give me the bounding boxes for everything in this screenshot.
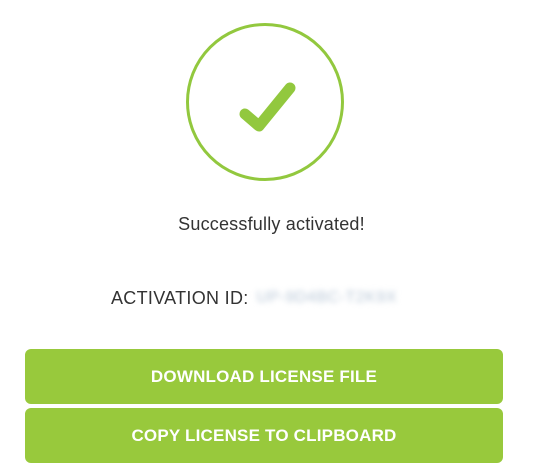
activation-id-label: ACTIVATION ID: [111, 287, 249, 308]
activation-success-panel: Successfully activated! ACTIVATION ID: U… [0, 0, 543, 476]
copy-license-button[interactable]: COPY LICENSE TO CLIPBOARD [25, 408, 503, 463]
download-license-button[interactable]: DOWNLOAD LICENSE FILE [25, 349, 503, 404]
activation-id-row: ACTIVATION ID: UP-9D4BC-T2K9X [111, 286, 397, 310]
success-circle [186, 23, 344, 181]
success-message: Successfully activated! [178, 214, 365, 234]
activation-id-value: UP-9D4BC-T2K9X [256, 289, 397, 306]
checkmark-icon [239, 82, 296, 132]
